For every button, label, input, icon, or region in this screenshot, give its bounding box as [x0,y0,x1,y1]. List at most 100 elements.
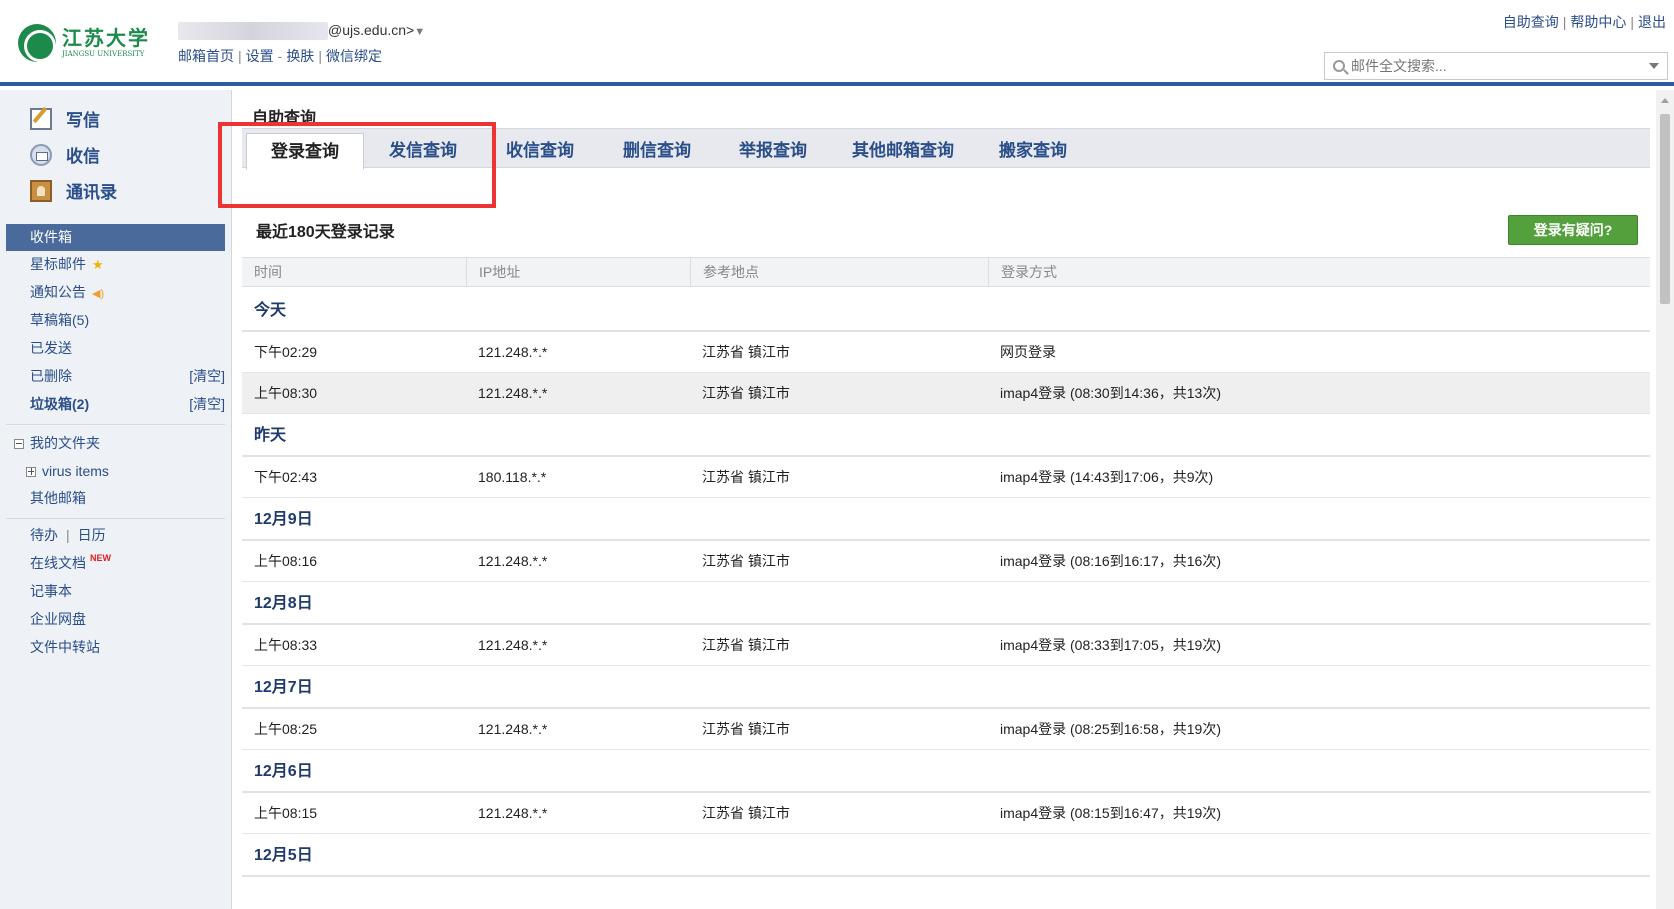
calendar-link[interactable]: 日历 [78,527,106,543]
cell-login-method: imap4登录 (08:16到16:17，共16次) [1000,553,1221,569]
cell-time: 上午08:25 [254,721,318,737]
university-logo[interactable]: 江苏大学 JIANGSU UNIVERSITY [18,24,150,62]
folder-spam[interactable]: 垃圾箱(2) [清空] [6,391,225,418]
search-options-chevron-icon[interactable] [1649,63,1659,69]
receive-mail-icon [30,143,52,166]
tab-delete-query[interactable]: 删信查询 [604,133,710,169]
cell-login-method: 网页登录 [1000,344,1056,360]
folder-inbox[interactable]: 收件箱 [6,224,225,251]
cell-time: 上午08:16 [254,553,318,569]
account-links: 邮箱首页 | 设置 - 换肤 | 微信绑定 [178,48,382,64]
cell-time: 上午08:30 [254,385,318,401]
tab-receive-query[interactable]: 收信查询 [487,133,593,169]
tab-migration-query[interactable]: 搬家查询 [980,133,1086,169]
folder-my-folders[interactable]: 我的文件夹 [6,430,225,457]
contacts-icon [30,179,52,202]
cell-location: 江苏省 镇江市 [702,553,790,569]
file-transfer-link[interactable]: 文件中转站 [6,634,225,661]
help-center-link[interactable]: 帮助中心 [1570,14,1626,30]
cell-login-method: imap4登录 (08:33到17:05，共19次) [1000,637,1221,653]
cell-login-method: imap4登录 (14:43到17:06，共9次) [1000,469,1214,485]
account-switcher[interactable]: @ujs.edu.cn>▼ [178,22,425,41]
receive-mail-button[interactable]: 收信 [30,142,100,167]
university-seal-icon [18,24,56,62]
receive-mail-label: 收信 [66,147,100,166]
vertical-scrollbar[interactable] [1656,90,1674,909]
redacted-username [178,22,328,41]
logo-name-cn: 江苏大学 [62,26,150,50]
contacts-button[interactable]: 通讯录 [30,178,117,203]
folder-deleted[interactable]: 已删除 [清空] [6,363,225,390]
folder-virus-items[interactable]: virus items [6,458,225,485]
section-title: 最近180天登录记录 [256,224,395,241]
column-header-ip: IP地址 [466,258,690,286]
notes-link[interactable]: 记事本 [6,578,225,605]
date-group-header: 昨天 [242,414,1650,457]
cell-ip: 121.248.*.* [478,553,548,569]
cell-location: 江苏省 镇江市 [702,469,790,485]
star-icon: ★ [92,257,104,272]
date-group-header: 12月5日 [242,834,1650,877]
cell-location: 江苏省 镇江市 [702,385,790,401]
sidebar: 写信 收信 通讯录 收件箱 星标邮件 ★ 通知公告 ◀) 草稿箱(5) 已发送 已删… [0,90,232,909]
folder-sent[interactable]: 已发送 [6,335,225,362]
new-badge: NEW [90,553,111,563]
cell-time: 上午08:15 [254,805,318,821]
cell-login-method: imap4登录 (08:25到16:58，共19次) [1000,721,1221,737]
cell-time: 下午02:29 [254,344,318,360]
cell-ip: 121.248.*.* [478,637,548,653]
highlight-annotation [218,122,496,208]
expand-icon[interactable] [26,467,36,477]
folder-drafts[interactable]: 草稿箱(5) [6,307,225,334]
chevron-down-icon[interactable]: ▼ [414,26,425,38]
cell-ip: 121.248.*.* [478,721,548,737]
date-group-header: 今天 [242,289,1650,332]
cell-ip: 121.248.*.* [478,344,548,360]
collapse-icon[interactable] [14,439,24,449]
apps-todo-calendar: 待办 | 日历 [30,527,106,543]
speaker-icon: ◀) [92,288,105,300]
table-row: 下午02:43 180.118.*.* 江苏省 镇江市 imap4登录 (14:43到… [242,457,1650,498]
table-row: 上午08:33 121.248.*.* 江苏省 镇江市 imap4登录 (08:33到… [242,625,1650,666]
header: 江苏大学 JIANGSU UNIVERSITY @ujs.edu.cn>▼ 邮箱… [0,0,1674,86]
enterprise-disk-link[interactable]: 企业网盘 [6,606,225,633]
todo-link[interactable]: 待办 [30,527,58,543]
date-group-header: 12月7日 [242,666,1650,709]
tab-other-mailbox-query[interactable]: 其他邮箱查询 [838,133,968,169]
table-row: 下午02:29 121.248.*.* 江苏省 镇江市 网页登录 [242,332,1650,373]
table-row: 上午08:25 121.248.*.* 江苏省 镇江市 imap4登录 (08:25到… [242,709,1650,750]
folder-other-mail[interactable]: 其他邮箱 [6,485,225,512]
wechat-bind-link[interactable]: 微信绑定 [326,48,382,64]
logout-link[interactable]: 退出 [1638,14,1666,30]
online-docs-link[interactable]: 在线文档 NEW [6,550,225,577]
clear-deleted-link[interactable]: [清空] [189,363,225,390]
clear-spam-link[interactable]: [清空] [189,391,225,418]
cell-ip: 121.248.*.* [478,385,548,401]
table-row: 上午08:16 121.248.*.* 江苏省 镇江市 imap4登录 (08:16到… [242,541,1650,582]
date-group-header: 12月6日 [242,750,1650,793]
login-question-button[interactable]: 登录有疑问? [1508,215,1638,245]
compose-button[interactable]: 写信 [30,106,100,131]
cell-time: 上午08:33 [254,637,318,653]
cell-ip: 121.248.*.* [478,805,548,821]
compose-icon [30,107,52,130]
cell-login-method: imap4登录 (08:15到16:47，共19次) [1000,805,1221,821]
table-header: 时间 IP地址 参考地点 登录方式 [242,257,1650,287]
change-skin-link[interactable]: 换肤 [286,48,314,64]
sidebar-divider [6,518,225,519]
cell-login-method: imap4登录 (08:30到14:36，共13次) [1000,385,1221,401]
search-box[interactable] [1324,52,1668,80]
search-input[interactable] [1351,58,1641,74]
cell-location: 江苏省 镇江市 [702,637,790,653]
table-row: 上午08:30 121.248.*.* 江苏省 镇江市 imap4登录 (08:30到… [242,373,1650,414]
scrollbar-thumb[interactable] [1660,114,1670,304]
sidebar-divider [6,424,225,425]
folder-notice[interactable]: 通知公告 ◀) [6,279,225,306]
scroll-up-icon[interactable] [1661,98,1669,103]
mailbox-home-link[interactable]: 邮箱首页 [178,48,234,64]
tab-report-query[interactable]: 举报查询 [720,133,826,169]
column-header-login-method: 登录方式 [988,258,1650,286]
folder-starred[interactable]: 星标邮件 ★ [6,251,225,278]
settings-link[interactable]: 设置 [246,48,274,64]
self-service-link[interactable]: 自助查询 [1503,14,1559,30]
